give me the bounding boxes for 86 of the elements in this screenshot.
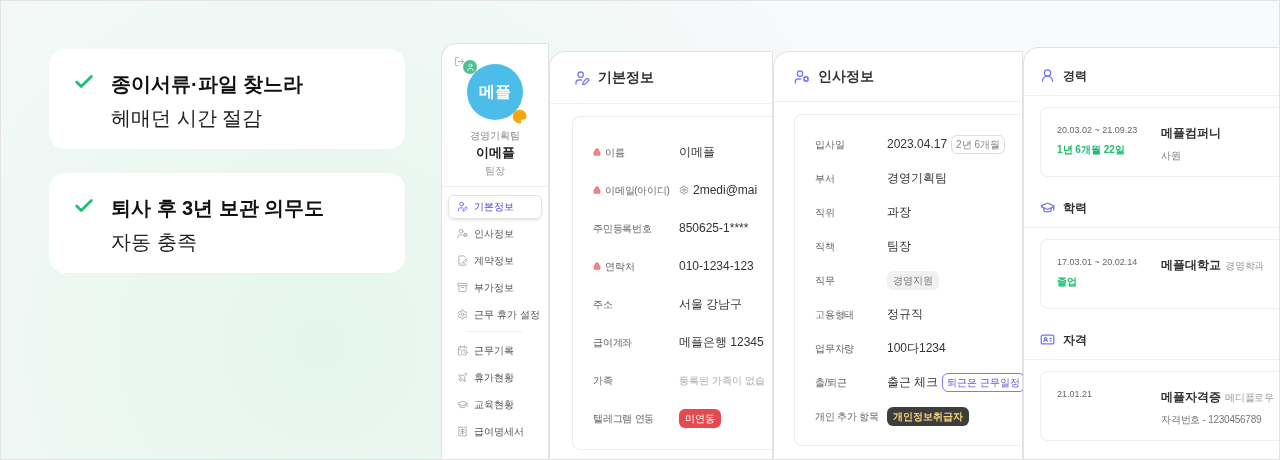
field-value: 100다1234 — [887, 340, 946, 357]
plane-icon — [457, 372, 468, 383]
logout-icon[interactable] — [454, 56, 465, 67]
field-label: 개인 추가 항목 — [815, 409, 880, 424]
user-pen-icon — [457, 201, 468, 212]
receipt-icon — [457, 426, 468, 437]
field-value: 이메플 — [679, 144, 715, 161]
field-label: 직책 — [815, 239, 836, 254]
section-title: 경력 — [1063, 67, 1087, 85]
entry-subtitle: 메디플로우 — [1225, 391, 1274, 405]
field-value: 메플은행 12345 — [679, 334, 764, 351]
entry-name: 메플자격증 — [1161, 389, 1221, 406]
field-label: 업무차량 — [815, 341, 855, 356]
user-name: 이메플 — [475, 144, 515, 162]
sidebar-item[interactable]: 근무기록 — [448, 338, 542, 363]
field-value: 정규직 — [887, 306, 923, 323]
field-label: 가족 — [593, 373, 613, 388]
field-value: 팀장 — [887, 238, 911, 255]
period-text: 21.01.21 — [1057, 388, 1094, 401]
field-value: 2023.04.17 — [887, 136, 948, 153]
document-pen-icon — [457, 255, 468, 266]
sidebar-item[interactable]: 부가정보 — [448, 275, 542, 300]
sidebar-item[interactable]: 계약정보 — [448, 248, 542, 273]
entry-detail: 자격번호 - 1230456789 — [1161, 413, 1263, 427]
sidebar-item[interactable]: 인사정보 — [448, 221, 542, 246]
period-text: 17.03.01 ~ 20.02.14 — [1057, 256, 1139, 269]
field-value: 서울 강남구 — [679, 296, 743, 313]
panel-title: 인사정보 — [818, 67, 874, 86]
graduation-cap-icon — [1040, 200, 1055, 215]
user-gear-icon — [794, 68, 810, 85]
sidebar-item[interactable]: 휴가현황 — [448, 365, 542, 390]
field-label: 이름 — [605, 145, 625, 160]
field-value: 경영기획팀 — [887, 170, 947, 187]
sidebar-item[interactable]: 근무 휴가 설정 — [448, 302, 542, 327]
duration-text: 1년 6개월 22일 — [1057, 142, 1126, 157]
gear-icon — [679, 185, 689, 195]
field-label: 직무 — [815, 273, 836, 288]
field-value: 2medi@mai — [693, 182, 758, 199]
feature-subtitle: 헤매던 시간 절감 — [111, 106, 264, 131]
duration-text: 졸업 — [1057, 274, 1078, 289]
user-pen-icon — [574, 69, 590, 86]
field-value: 010-1234-123 — [679, 258, 754, 275]
tenure-chip: 2년 6개월 — [951, 134, 1005, 154]
team-name: 경영기획팀 — [470, 129, 520, 143]
calendar-clock-icon — [457, 345, 468, 356]
avatar: 메플 — [467, 64, 523, 120]
field-label: 주소 — [593, 297, 613, 312]
feature-title: 종이서류·파일 찾느라 — [111, 72, 304, 97]
field-label: 고용형태 — [815, 307, 855, 322]
field-label: 이메일(아이디) — [605, 183, 670, 198]
sidebar-item[interactable]: 교육현황 — [448, 392, 542, 417]
field-label: 출/퇴근 — [815, 375, 848, 390]
feature-title: 퇴사 후 3년 보관 의무도 — [111, 196, 325, 221]
section-title: 학력 — [1063, 199, 1087, 217]
period-text: 20.03.02 ~ 21.09.23 — [1057, 124, 1139, 137]
feature-subtitle: 자동 충족 — [111, 230, 198, 255]
entry-name: 메플컴퍼니 — [1161, 125, 1221, 142]
field-value: 850625-1**** — [679, 220, 749, 237]
field-label: 주민등록번호 — [593, 221, 652, 236]
field-label: 연락처 — [605, 259, 635, 274]
archive-icon — [457, 282, 468, 293]
entry-detail: 사원 — [1161, 149, 1182, 163]
role-tag: 개인정보취급자 — [887, 406, 969, 426]
user-gear-icon — [457, 228, 468, 239]
sidebar-item[interactable]: 기본정보 — [448, 194, 542, 219]
section-title: 자격 — [1063, 331, 1087, 349]
user-badge-icon — [463, 60, 477, 74]
field-label: 직위 — [815, 205, 836, 220]
user-position: 팀장 — [485, 163, 505, 178]
field-label: 급여계좌 — [593, 335, 632, 350]
job-tag: 경영지원 — [887, 270, 939, 290]
sidebar-item[interactable]: 급여명세서 — [448, 419, 542, 444]
entry-name: 메플대학교 — [1161, 257, 1221, 274]
entry-subtitle: 경영학과 — [1225, 259, 1264, 273]
panel-title: 기본정보 — [598, 68, 654, 87]
palette-icon — [512, 109, 527, 124]
field-value: 등록된 가족이 없습 — [679, 373, 765, 388]
field-label: 입사일 — [815, 137, 846, 152]
field-label: 텔레그램 연동 — [593, 411, 655, 426]
field-value: 과장 — [887, 204, 911, 221]
field-value: 출근 체크 — [887, 374, 939, 391]
id-card-icon — [1040, 332, 1055, 347]
settings-icon — [457, 309, 468, 320]
status-tag: 미연동 — [679, 408, 721, 428]
graduation-cap-icon — [457, 399, 468, 410]
field-label: 부서 — [815, 171, 836, 186]
